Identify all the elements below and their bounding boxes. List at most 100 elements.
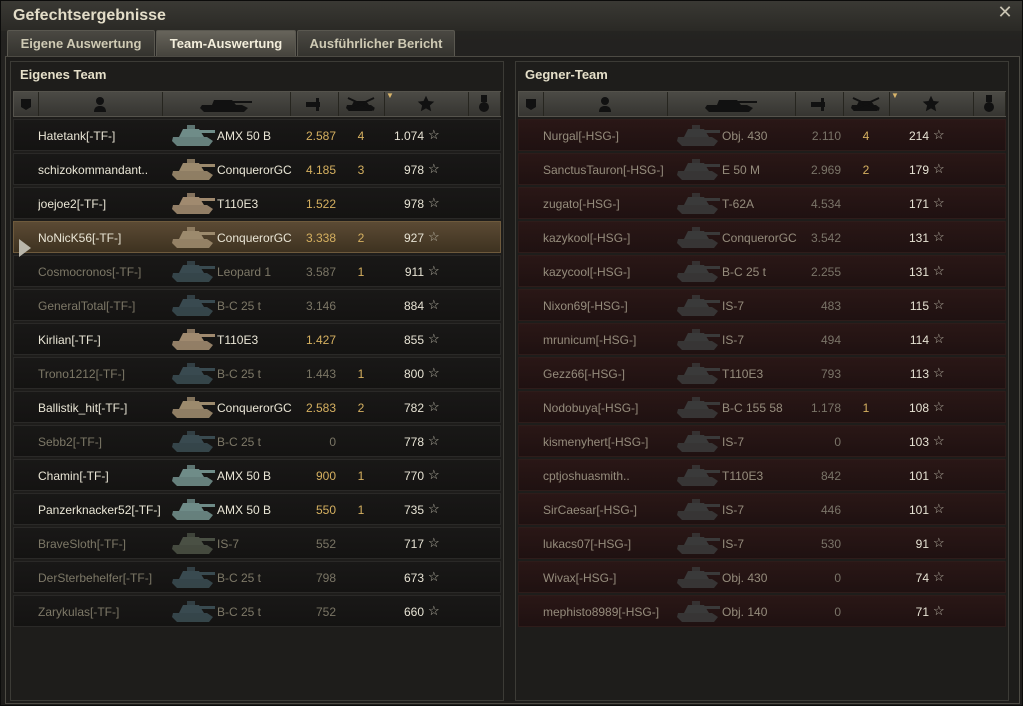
xp-star-icon: ☆ — [428, 161, 440, 176]
vehicle-name: Obj. 140 — [722, 605, 768, 619]
xp-value: 782 — [403, 401, 424, 415]
xp-value: 978 — [403, 197, 424, 211]
player-row[interactable]: Hatetank[-TF-] AMX 50 B 2.587 4 1.074 ☆ — [13, 119, 501, 151]
xp-star-icon: ☆ — [428, 297, 440, 312]
player-row[interactable]: mrunicum[-HSG-] IS-7 494 114 ☆ — [518, 323, 1006, 355]
player-row[interactable]: Zarykulas[-TF-] B-C 25 t 752 660 ☆ — [13, 595, 501, 627]
xp-star-icon: ☆ — [428, 229, 440, 244]
vehicle-name: E 50 M — [722, 163, 761, 177]
vehicle-name: IS-7 — [722, 537, 745, 551]
tab-team-auswertung[interactable]: Team-Auswertung — [156, 30, 296, 56]
column-player[interactable] — [543, 92, 668, 116]
column-medal[interactable] — [468, 92, 501, 116]
player-name: zugato[-HSG-] — [543, 197, 620, 211]
column-damage[interactable] — [795, 92, 844, 116]
column-tank[interactable] — [162, 92, 291, 116]
tank-icon — [169, 563, 217, 591]
damage-icon — [304, 96, 324, 112]
column-medal[interactable] — [973, 92, 1006, 116]
player-row[interactable]: SanctusTauron[-HSG-] E 50 M 2.969 2 179 ☆ — [518, 153, 1006, 185]
battle-results-window: Gefechtsergebnisse ✕ Eigene Auswertung T… — [0, 0, 1023, 706]
player-row[interactable]: NoNicK56[-TF-] ConquerorGC 3.338 2 927 ☆ — [13, 221, 501, 253]
kills-value: 1 — [862, 401, 870, 415]
player-row[interactable]: DerSterbehelfer[-TF-] B-C 25 t 798 673 ☆ — [13, 561, 501, 593]
close-icon[interactable]: ✕ — [996, 3, 1014, 21]
player-row[interactable]: Trono1212[-TF-] B-C 25 t 1.443 1 800 ☆ — [13, 357, 501, 389]
tank-icon — [674, 461, 722, 489]
vehicle-name: T110E3 — [217, 197, 259, 211]
kills-value: 1 — [357, 265, 365, 279]
xp-star-icon: ☆ — [933, 331, 945, 346]
tab-ausfuehrlicher-bericht[interactable]: Ausführlicher Bericht — [297, 30, 455, 56]
player-row[interactable]: schizokommandant.. ConquerorGC 4.185 3 978 ☆ — [13, 153, 501, 185]
player-name: GeneralTotal[-TF-] — [38, 299, 136, 313]
damage-value: 3.542 — [810, 231, 841, 245]
player-row[interactable]: BraveSloth[-TF-] IS-7 552 717 ☆ — [13, 527, 501, 559]
player-row[interactable]: Panzerknacker52[-TF-] AMX 50 B 550 1 735 ☆ — [13, 493, 501, 525]
vehicle-name: IS-7 — [722, 299, 745, 313]
player-row[interactable]: Nixon69[-HSG-] IS-7 483 115 ☆ — [518, 289, 1006, 321]
xp-star-icon: ☆ — [933, 535, 945, 550]
kills-value: 1 — [357, 367, 365, 381]
kills-icon — [344, 96, 378, 112]
player-name: Trono1212[-TF-] — [38, 367, 125, 381]
tab-eigene-auswertung[interactable]: Eigene Auswertung — [7, 30, 155, 56]
tank-icon — [674, 121, 722, 149]
column-kills[interactable] — [338, 92, 385, 116]
player-row[interactable]: Ballistik_hit[-TF-] ConquerorGC 2.583 2 782 ☆ — [13, 391, 501, 423]
xp-value: 978 — [403, 163, 424, 177]
player-row[interactable]: lukacs07[-HSG-] IS-7 530 91 ☆ — [518, 527, 1006, 559]
player-row[interactable]: Nodobuya[-HSG-] B-C 155 58 1.178 1 108 ☆ — [518, 391, 1006, 423]
player-name: schizokommandant.. — [38, 163, 149, 177]
damage-value: 0 — [834, 571, 841, 585]
player-row[interactable]: joejoe2[-TF-] T110E3 1.522 978 ☆ — [13, 187, 501, 219]
tank-icon — [674, 257, 722, 285]
tank-icon — [674, 529, 722, 557]
vehicle-name: IS-7 — [217, 537, 240, 551]
column-kills[interactable] — [843, 92, 890, 116]
player-row[interactable]: GeneralTotal[-TF-] B-C 25 t 3.146 884 ☆ — [13, 289, 501, 321]
player-row[interactable]: Chamin[-TF-] AMX 50 B 900 1 770 ☆ — [13, 459, 501, 491]
player-row[interactable]: zugato[-HSG-] T-62A 4.534 171 ☆ — [518, 187, 1006, 219]
xp-value: 114 — [909, 333, 929, 347]
column-tank[interactable] — [667, 92, 796, 116]
player-row[interactable]: kazykool[-HSG-] ConquerorGC 3.542 131 ☆ — [518, 221, 1006, 253]
player-row[interactable]: SirCaesar[-HSG-] IS-7 446 101 ☆ — [518, 493, 1006, 525]
xp-value: 911 — [404, 265, 424, 279]
player-row[interactable]: kazycool[-HSG-] B-C 25 t 2.255 131 ☆ — [518, 255, 1006, 287]
player-row[interactable]: Wivax[-HSG-] Obj. 430 0 74 ☆ — [518, 561, 1006, 593]
damage-value: 4.185 — [305, 163, 336, 177]
player-row[interactable]: Nurgal[-HSG-] Obj. 430 2.110 4 214 ☆ — [518, 119, 1006, 151]
column-player[interactable] — [38, 92, 163, 116]
tank-icon — [703, 96, 759, 112]
column-squad[interactable] — [14, 92, 39, 116]
column-xp-star[interactable]: ▼ — [384, 91, 469, 116]
player-row[interactable]: Cosmocronos[-TF-] Leopard 1 3.587 1 911 ☆ — [13, 255, 501, 287]
damage-value: 3.146 — [305, 299, 336, 313]
vehicle-name: T110E3 — [722, 367, 764, 381]
player-row[interactable]: mephisto8989[-HSG-] Obj. 140 0 71 ☆ — [518, 595, 1006, 627]
tank-icon — [198, 96, 254, 112]
xp-star-icon: ☆ — [933, 263, 945, 278]
player-row[interactable]: Kirlian[-TF-] T110E3 1.427 855 ☆ — [13, 323, 501, 355]
vehicle-name: ConquerorGC — [722, 231, 797, 245]
xp-value: 179 — [908, 163, 929, 177]
enemy-team-column-header: ▼ — [518, 91, 1006, 117]
xp-star-icon: ☆ — [428, 365, 440, 380]
tank-icon — [674, 597, 722, 625]
tank-icon — [674, 427, 722, 455]
xp-star-icon: ☆ — [933, 161, 945, 176]
column-squad[interactable] — [519, 92, 544, 116]
xp-star-icon: ☆ — [933, 127, 945, 142]
player-row[interactable]: kismenyhert[-HSG-] IS-7 0 103 ☆ — [518, 425, 1006, 457]
player-row[interactable]: cptjoshuasmith.. T110E3 842 101 ☆ — [518, 459, 1006, 491]
player-row[interactable]: Gezz66[-HSG-] T110E3 793 113 ☆ — [518, 357, 1006, 389]
title-bar: Gefechtsergebnisse ✕ — [1, 1, 1022, 31]
player-row[interactable]: Sebb2[-TF-] B-C 25 t 0 778 ☆ — [13, 425, 501, 457]
damage-value: 2.583 — [305, 401, 336, 415]
xp-star-icon: ☆ — [428, 433, 440, 448]
column-damage[interactable] — [290, 92, 339, 116]
player-name: Panzerknacker52[-TF-] — [38, 503, 161, 517]
column-xp-star[interactable]: ▼ — [889, 91, 974, 116]
vehicle-name: B-C 25 t — [217, 571, 262, 585]
